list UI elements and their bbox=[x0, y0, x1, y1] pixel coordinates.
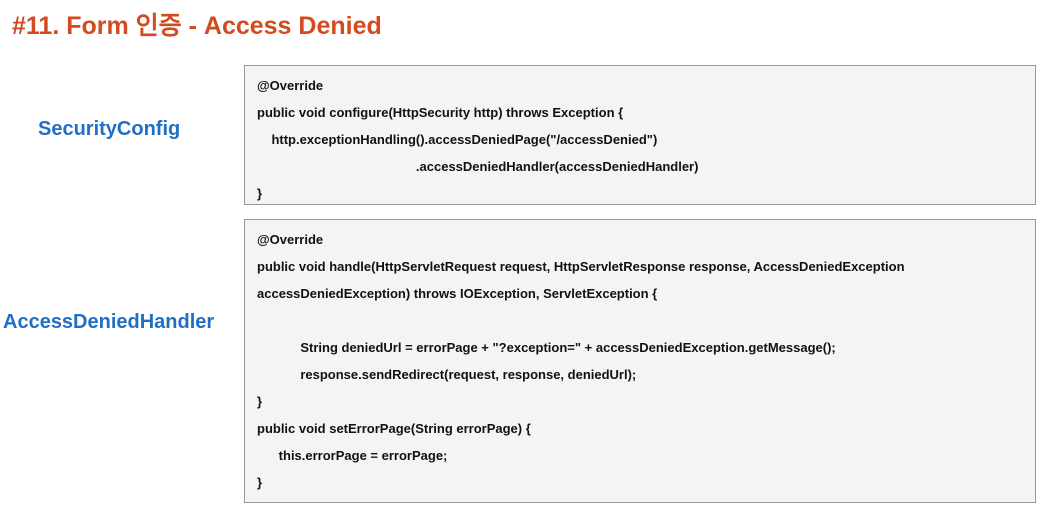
code-line: public void configure(HttpSecurity http)… bbox=[257, 105, 624, 120]
code-line: @Override bbox=[257, 78, 324, 93]
code-line: } bbox=[257, 475, 263, 490]
code-line: } bbox=[257, 186, 263, 201]
page-title: #11. Form 인증 - Access Denied bbox=[12, 12, 382, 40]
access-denied-handler-label: AccessDeniedHandler bbox=[3, 311, 215, 333]
code-line: http.exceptionHandling().accessDeniedPag… bbox=[257, 132, 658, 147]
code-line: public void setErrorPage(String errorPag… bbox=[257, 421, 531, 436]
security-config-code-block: @Override public void configure(HttpSecu… bbox=[244, 65, 1036, 205]
code-line: } bbox=[257, 394, 263, 409]
security-config-label: SecurityConfig bbox=[38, 118, 181, 140]
access-denied-handler-code-block: @Override public void handle(HttpServlet… bbox=[244, 219, 1036, 503]
code-line: String deniedUrl = errorPage + "?excepti… bbox=[257, 340, 836, 355]
code-line: .accessDeniedHandler(accessDeniedHandler… bbox=[257, 159, 699, 174]
code-line: @Override bbox=[257, 232, 324, 247]
code-line: response.sendRedirect(request, response,… bbox=[257, 367, 637, 382]
code-line: public void handle(HttpServletRequest re… bbox=[257, 259, 905, 274]
code-line: accessDeniedException) throws IOExceptio… bbox=[257, 286, 658, 301]
code-line: this.errorPage = errorPage; bbox=[257, 448, 448, 463]
